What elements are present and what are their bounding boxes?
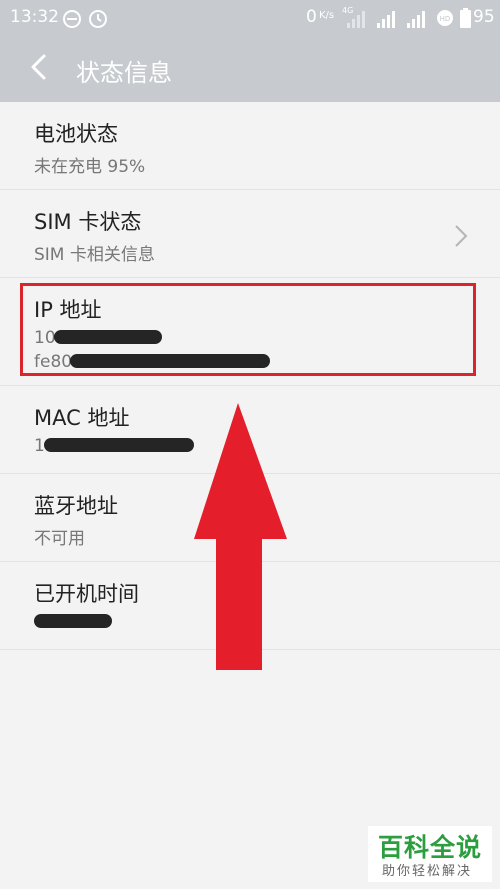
status-bar: 13:32 0 K/s 4G HD 95 — [0, 0, 500, 36]
app-bar: 状态信息 — [0, 36, 500, 102]
item-title: 蓝牙地址 — [34, 494, 118, 518]
item-subtitle: 未在充电 95% — [34, 157, 146, 177]
alarm-clock-icon — [89, 10, 107, 28]
item-title: SIM 卡状态 — [34, 210, 142, 234]
item-subtitle: SIM 卡相关信息 — [34, 245, 155, 265]
watermark-badge: 百科全说 助你轻松解决 — [368, 826, 492, 882]
list-item-battery-status[interactable]: 电池状态 未在充电 95% — [0, 102, 500, 190]
svg-text:HD: HD — [440, 15, 451, 23]
signal-icon-sim2 — [377, 11, 395, 28]
list-item-sim-status[interactable]: SIM 卡状态 SIM 卡相关信息 — [0, 190, 500, 278]
signal-icon-sim1 — [347, 11, 365, 28]
hd-call-icon: HD — [437, 10, 453, 26]
up-arrow-annotation — [194, 403, 287, 670]
chevron-right-icon — [455, 225, 468, 247]
highlight-box — [20, 283, 476, 376]
back-arrow-icon[interactable] — [24, 52, 54, 82]
page-title: 状态信息 — [76, 59, 172, 87]
no-disturb-icon — [63, 10, 81, 28]
item-subtitle: 不可用 — [34, 529, 85, 549]
battery-level: 95 — [473, 7, 495, 27]
redacted-scribble — [44, 438, 194, 452]
network-speed: 0 — [306, 7, 317, 27]
watermark-title: 百科全说 — [378, 833, 483, 862]
redacted-scribble — [34, 614, 112, 628]
battery-icon — [460, 8, 471, 28]
watermark-tagline: 助你轻松解决 — [382, 864, 473, 879]
status-time: 13:32 — [10, 7, 59, 27]
signal-icon-sim3 — [407, 11, 425, 28]
item-title: 电池状态 — [34, 122, 118, 146]
item-title: 已开机时间 — [34, 582, 139, 606]
network-speed-unit: K/s — [319, 10, 335, 21]
item-title: MAC 地址 — [34, 406, 130, 430]
